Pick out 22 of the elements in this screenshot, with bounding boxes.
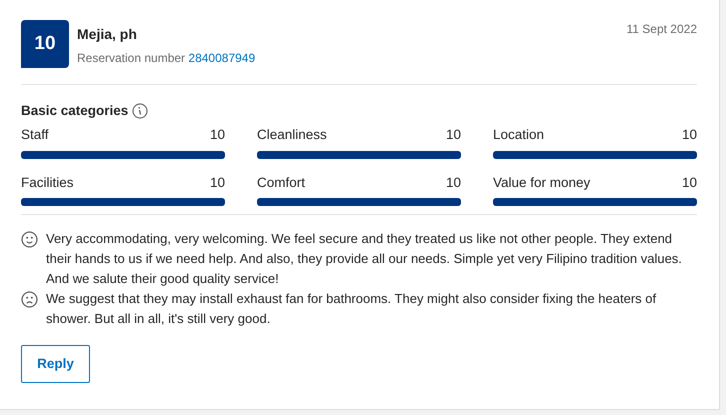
category-score: 10: [210, 126, 225, 144]
category-score: 10: [446, 126, 461, 144]
reviewer-name: Mejia, ph: [77, 25, 138, 44]
category-name: Location: [493, 126, 544, 144]
category-name: Cleanliness: [257, 126, 327, 144]
reservation-label: Reservation number: [77, 51, 186, 65]
category-name: Staff: [21, 126, 49, 144]
category-score: 10: [446, 174, 461, 192]
reply-button[interactable]: Reply: [21, 344, 90, 383]
review-comment: We suggest that they may install exhaust fan for bathrooms. They might also consider fixing the heaters of shower. But all in all, it's still very good.: [46, 290, 658, 328]
section-title: Basic categories: [21, 102, 128, 120]
category-score: 10: [682, 126, 697, 144]
review-score: 10: [21, 20, 69, 68]
review-date: 11 Sept 2022: [626, 21, 697, 38]
info-icon[interactable]: [132, 103, 148, 120]
review-comment: Very accommodating, very welcoming. We feel secure and they treated us like not other people. They extend their hands to us if we need help. And also, they provide all our needs. Simple yet very Filipino tradition values. And we salute their good quality service!: [46, 230, 683, 288]
category-name: Comfort: [257, 174, 306, 192]
category-score: 10: [682, 174, 697, 192]
category-name: Facilities: [21, 174, 74, 192]
category-name: Value for money: [493, 174, 590, 192]
category-score: 10: [210, 174, 225, 192]
reservation-link[interactable]: 2840087949: [188, 51, 256, 65]
